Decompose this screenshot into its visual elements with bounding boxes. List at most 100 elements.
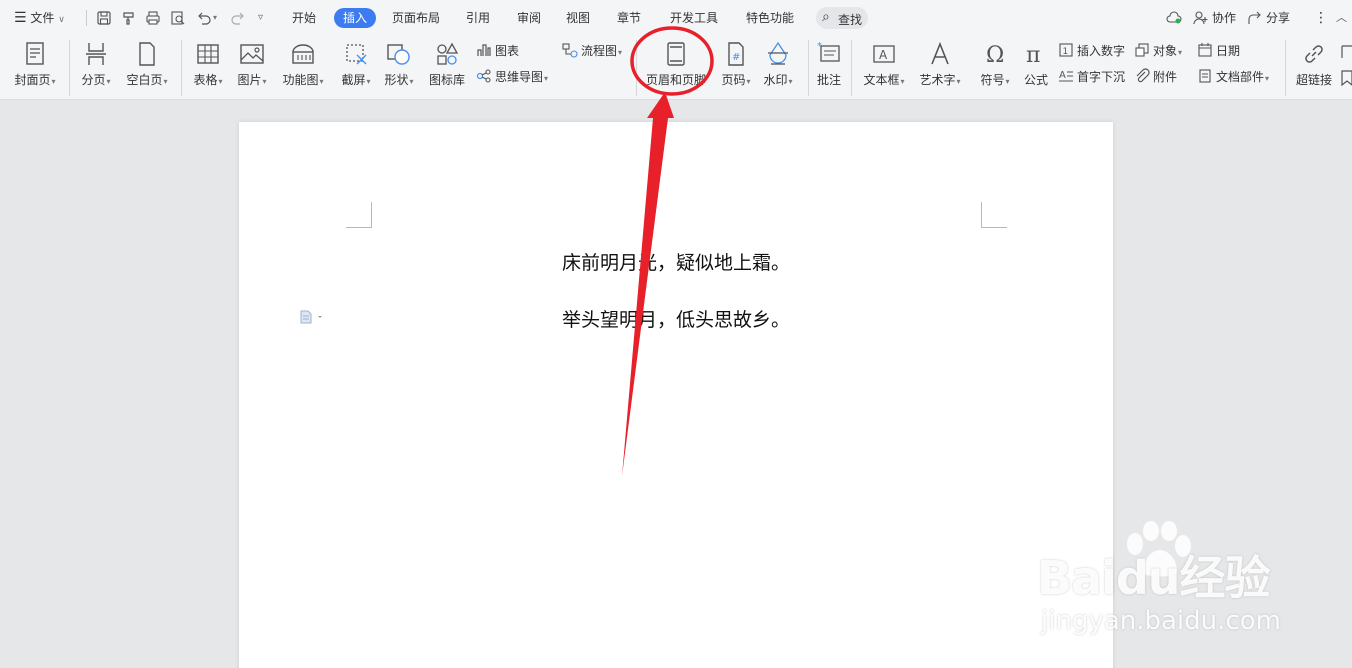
mindmap-label: 思维导图 bbox=[495, 70, 544, 84]
text-box-label: 文本框 bbox=[863, 73, 900, 87]
doc-parts-button[interactable]: 文档部件▾ bbox=[1197, 68, 1269, 86]
watermark-label: 水印 bbox=[763, 73, 788, 87]
document-text-line[interactable]: 举头望明月，低头思故乡。 bbox=[239, 305, 1113, 332]
calendar-icon bbox=[1198, 43, 1212, 57]
svg-text:A: A bbox=[879, 48, 888, 62]
format-painter-icon[interactable] bbox=[121, 10, 137, 26]
tab-insert[interactable]: 插入 bbox=[334, 8, 377, 28]
save-icon[interactable] bbox=[96, 10, 112, 26]
mindmap-button[interactable]: 思维导图▾ bbox=[476, 68, 548, 86]
comment-label: 批注 bbox=[816, 73, 841, 87]
page-number-icon: # bbox=[722, 40, 750, 68]
tab-special-features[interactable]: 特色功能 bbox=[746, 8, 794, 28]
svg-text:A: A bbox=[1059, 70, 1066, 81]
doc-parts-icon bbox=[1199, 69, 1211, 83]
function-chart-icon bbox=[289, 40, 317, 68]
word-art-button[interactable]: 艺术字▾ bbox=[914, 40, 966, 89]
text-box-button[interactable]: A 文本框▾ bbox=[858, 40, 910, 89]
object-button[interactable]: 对象▾ bbox=[1134, 42, 1182, 60]
blank-page-button[interactable]: 空白页▾ bbox=[121, 40, 173, 89]
paperclip-icon bbox=[1136, 68, 1150, 83]
page-break-icon bbox=[82, 40, 110, 68]
file-menu-label: 文件 bbox=[30, 11, 55, 25]
date-label: 日期 bbox=[1216, 44, 1241, 58]
link-icon bbox=[1300, 40, 1328, 68]
tab-home[interactable]: 开始 bbox=[292, 8, 316, 28]
tab-chapter[interactable]: 章节 bbox=[617, 8, 641, 28]
formula-button[interactable]: π 公式 bbox=[1010, 40, 1062, 87]
formula-label: 公式 bbox=[1023, 73, 1048, 87]
share-button[interactable]: 分享 bbox=[1266, 0, 1290, 36]
collab-button[interactable]: 协作 bbox=[1212, 0, 1236, 36]
tab-review[interactable]: 审阅 bbox=[517, 8, 541, 28]
chevron-down-icon: ∨ bbox=[58, 15, 65, 25]
chart-label: 图表 bbox=[495, 44, 520, 58]
customize-toolbar-icon[interactable]: ▿ bbox=[258, 12, 263, 23]
print-icon[interactable] bbox=[145, 10, 161, 26]
more-options-icon[interactable]: ⋮ bbox=[1314, 0, 1328, 36]
margin-corner-top-left bbox=[346, 202, 372, 228]
insert-number-label: 插入数字 bbox=[1077, 44, 1126, 58]
shapes-button[interactable]: 形状▾ bbox=[373, 40, 425, 89]
chart-button[interactable]: 图表 bbox=[476, 42, 519, 60]
text-box-icon: A bbox=[870, 40, 898, 68]
blank-page-label: 空白页 bbox=[126, 73, 163, 87]
insert-number-button[interactable]: 1 插入数字 bbox=[1058, 42, 1125, 60]
watermark-button[interactable]: 水印▾ bbox=[752, 40, 804, 89]
function-chart-button[interactable]: 功能图▾ bbox=[277, 40, 329, 89]
watermark-brand: Baidu经验 bbox=[1037, 551, 1271, 605]
icon-library-icon bbox=[433, 40, 461, 68]
cross-reference-icon[interactable] bbox=[1340, 44, 1352, 60]
file-menu[interactable]: ☰ 文件 ∨ bbox=[14, 0, 65, 36]
svg-text:1: 1 bbox=[1063, 47, 1069, 57]
omega-symbol-icon: Ω bbox=[981, 40, 1009, 68]
watermark-url: jingyan.baidu.com bbox=[1041, 606, 1281, 636]
margin-corner-top-right bbox=[981, 202, 1007, 228]
watermark-icon bbox=[764, 40, 792, 68]
page-break-button[interactable]: 分页▾ bbox=[70, 40, 122, 89]
attachment-button[interactable]: 附件 bbox=[1134, 68, 1177, 86]
date-button[interactable]: 日期 bbox=[1197, 42, 1240, 60]
tab-page-layout[interactable]: 页面布局 bbox=[392, 8, 440, 28]
hyperlink-label: 超链接 bbox=[1295, 73, 1332, 87]
icon-library-button[interactable]: 图标库 bbox=[421, 40, 473, 87]
blank-page-icon bbox=[133, 40, 161, 68]
hyperlink-button[interactable]: 超链接 bbox=[1288, 40, 1340, 87]
flowchart-icon bbox=[562, 43, 578, 58]
object-icon bbox=[1135, 43, 1149, 57]
header-footer-button[interactable]: 页眉和页脚 bbox=[641, 40, 711, 87]
undo-icon[interactable] bbox=[196, 10, 212, 26]
page-break-label: 分页 bbox=[81, 73, 106, 87]
drop-cap-button[interactable]: A 首字下沉 bbox=[1058, 68, 1125, 86]
cover-page-label: 封面页 bbox=[14, 73, 51, 87]
cover-page-button[interactable]: 封面页▾ bbox=[9, 40, 61, 89]
tab-references[interactable]: 引用 bbox=[466, 8, 490, 28]
search-box[interactable]: ⌕ 查找 bbox=[816, 7, 868, 29]
bookmark-icon[interactable] bbox=[1340, 70, 1352, 87]
tab-view[interactable]: 视图 bbox=[566, 8, 590, 28]
comment-icon: * bbox=[815, 40, 843, 68]
print-preview-icon[interactable] bbox=[170, 10, 186, 26]
picture-button[interactable]: 图片▾ bbox=[226, 40, 278, 89]
flowchart-button[interactable]: 流程图▾ bbox=[562, 42, 622, 60]
flowchart-label: 流程图 bbox=[581, 44, 618, 58]
undo-dropdown-icon[interactable]: ▾ bbox=[213, 13, 217, 22]
function-chart-label: 功能图 bbox=[282, 73, 319, 87]
tab-developer[interactable]: 开发工具 bbox=[670, 8, 718, 28]
table-label: 表格 bbox=[193, 73, 218, 87]
collab-icon bbox=[1193, 10, 1209, 26]
comment-button[interactable]: * 批注 bbox=[803, 40, 855, 87]
paragraph-layout-icon[interactable] bbox=[300, 310, 324, 324]
bar-chart-icon bbox=[477, 44, 491, 56]
pi-formula-icon: π bbox=[1022, 40, 1050, 68]
redo-icon[interactable] bbox=[230, 10, 246, 26]
document-page[interactable]: 床前明月光，疑似地上霜。 举头望明月，低头思故乡。 bbox=[239, 122, 1113, 668]
collapse-ribbon-icon[interactable]: ︿ bbox=[1336, 0, 1347, 36]
picture-icon bbox=[238, 40, 266, 68]
cloud-sync-icon[interactable] bbox=[1166, 10, 1182, 26]
cover-page-icon bbox=[21, 40, 49, 68]
header-footer-label: 页眉和页脚 bbox=[645, 73, 706, 87]
menu-bar: ☰ 文件 ∨ ▾ ▿ 开始 插入 页面布局 引用 审阅 视图 章节 开发工具 特… bbox=[0, 0, 1352, 36]
document-text-line[interactable]: 床前明月光，疑似地上霜。 bbox=[239, 248, 1113, 275]
doc-parts-label: 文档部件 bbox=[1216, 70, 1265, 84]
